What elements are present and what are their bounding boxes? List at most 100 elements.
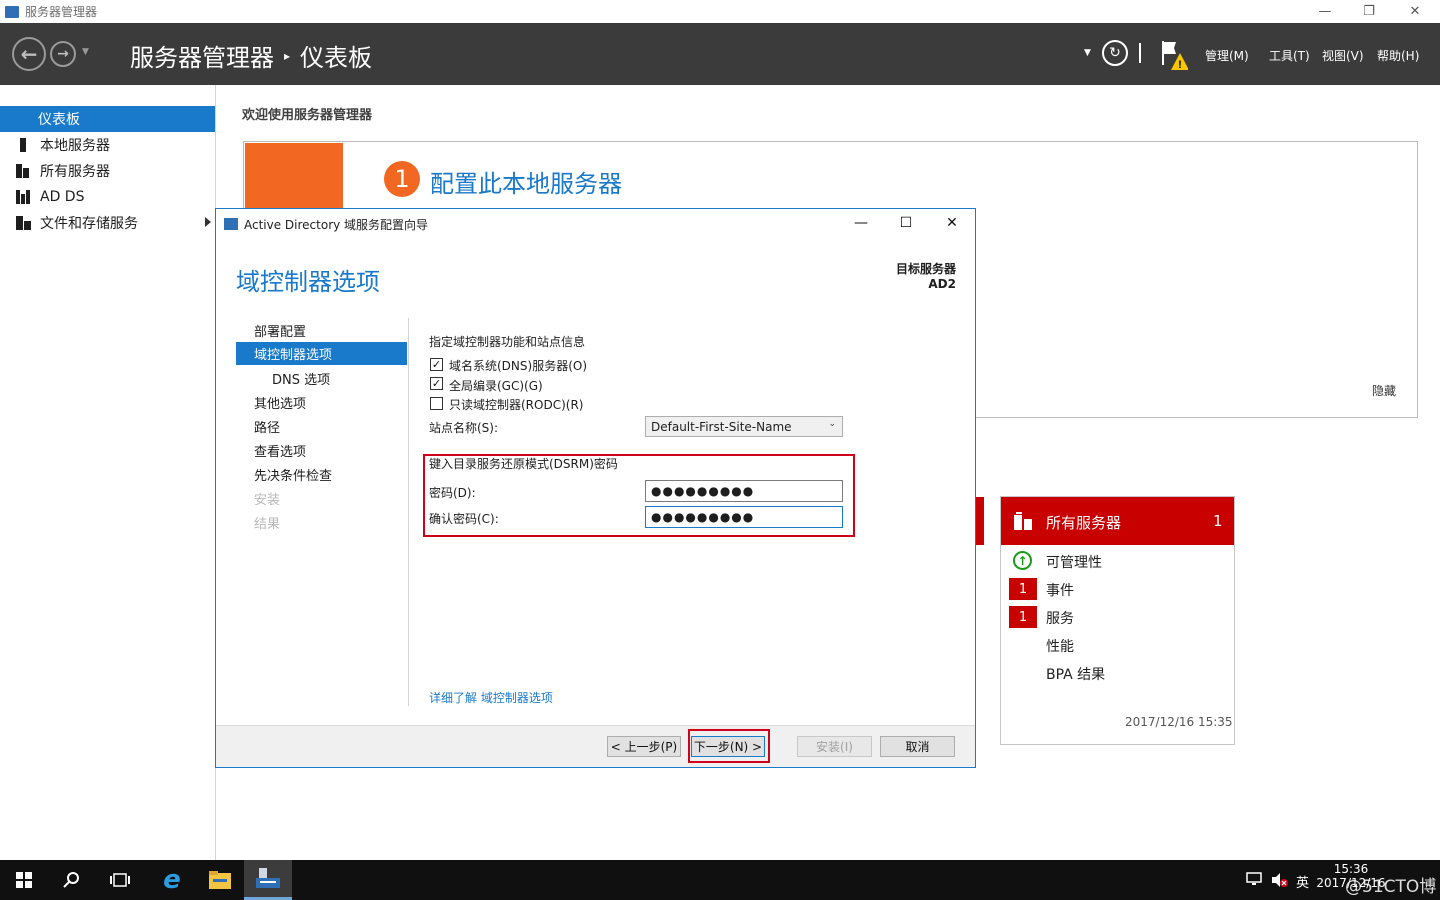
- tile-row-events[interactable]: 事件: [1046, 580, 1074, 600]
- menu-tools[interactable]: 工具(T): [1269, 47, 1310, 64]
- section-label: 指定域控制器功能和站点信息: [429, 335, 586, 349]
- server-icon: [16, 138, 32, 152]
- site-name-value: Default-First-Site-Name: [651, 419, 792, 434]
- menu-help[interactable]: 帮助(H): [1377, 47, 1419, 64]
- taskbar: e 英: [0, 860, 1440, 900]
- forward-arrow-icon[interactable]: →: [50, 41, 76, 67]
- dialog-maximize-button[interactable]: ☐: [883, 209, 929, 237]
- all-servers-tile-header[interactable]: 所有服务器 1: [1001, 497, 1234, 545]
- wizard-heading: 域控制器选项: [236, 268, 380, 296]
- back-arrow-icon[interactable]: ←: [12, 37, 46, 71]
- wizard-nav-deployment[interactable]: 部署配置: [236, 319, 407, 342]
- tile-title: 所有服务器: [1046, 514, 1122, 532]
- sidebar-item-label: 文件和存储服务: [40, 216, 138, 232]
- expand-arrow-icon[interactable]: [205, 217, 211, 227]
- confirm-password-field[interactable]: ●●●●●●●●●: [645, 506, 843, 528]
- server-manager-taskbar-icon[interactable]: [244, 860, 292, 900]
- tile-row-bpa[interactable]: BPA 结果: [1046, 664, 1105, 684]
- history-dropdown-icon[interactable]: ▼: [82, 47, 89, 57]
- window-title: 服务器管理器: [25, 5, 98, 19]
- sidebar-item-file-storage[interactable]: 文件和存储服务: [0, 210, 215, 236]
- ime-indicator[interactable]: 英: [1296, 872, 1309, 891]
- quickstart-step-number: 1: [384, 161, 420, 197]
- tile-row-services[interactable]: 服务: [1046, 608, 1074, 628]
- file-storage-icon: [16, 216, 32, 230]
- target-server-label: 目标服务器: [895, 262, 956, 276]
- nav-divider: [408, 318, 409, 706]
- tile-row-performance[interactable]: 性能: [1046, 636, 1074, 656]
- events-count-badge: 1: [1009, 578, 1037, 600]
- wizard-nav-paths[interactable]: 路径: [236, 415, 407, 438]
- svg-text:!: !: [1178, 59, 1182, 71]
- sidebar-item-label: 所有服务器: [40, 164, 110, 180]
- cancel-button[interactable]: 取消: [880, 736, 955, 757]
- sidebar-item-label: 仪表板: [38, 112, 80, 128]
- network-icon[interactable]: [1246, 872, 1264, 886]
- target-server: 目标服务器 AD2: [870, 262, 956, 292]
- learn-more-link[interactable]: 详细了解 域控制器选项: [429, 689, 553, 706]
- task-view-icon[interactable]: [96, 860, 144, 900]
- welcome-heading: 欢迎使用服务器管理器: [242, 108, 373, 123]
- dialog-minimize-button[interactable]: —: [838, 209, 884, 237]
- rodc-checkbox-label: 只读域控制器(RODC)(R): [449, 398, 584, 412]
- app-header: ← → ▼ 服务器管理器 ▸ 仪表板 ▼ ↻ ! 管理(M) 工具(T) 视图(…: [0, 23, 1440, 85]
- notification-flag-icon[interactable]: !: [1160, 39, 1189, 71]
- menu-view[interactable]: 视图(V): [1322, 47, 1364, 64]
- confirm-password-label: 确认密码(C):: [429, 512, 499, 526]
- dialog-title: Active Directory 域服务配置向导: [244, 217, 429, 232]
- minimize-button[interactable]: —: [1302, 0, 1348, 23]
- watermark-text: @51CTO博客: [1345, 877, 1437, 897]
- wizard-nav-other-options[interactable]: 其他选项: [236, 391, 407, 414]
- wizard-nav-prereq[interactable]: 先决条件检查: [236, 463, 407, 486]
- window-titlebar: 服务器管理器: [0, 0, 1440, 23]
- breadcrumb-page: 仪表板: [300, 44, 373, 72]
- gc-checkbox-label: 全局编录(GC)(G): [449, 379, 543, 393]
- breadcrumb: 服务器管理器 ▸ 仪表板: [130, 38, 372, 73]
- tile-count: 1: [1213, 512, 1223, 530]
- ad-ds-icon: [16, 190, 32, 204]
- password-label: 密码(D):: [429, 486, 476, 500]
- refresh-icon[interactable]: ↻: [1102, 40, 1128, 66]
- breadcrumb-root: 服务器管理器: [130, 44, 274, 72]
- tile-row-manageability[interactable]: 可管理性: [1046, 552, 1102, 572]
- start-windows-icon[interactable]: [0, 860, 48, 900]
- role-tile-edge: [976, 497, 984, 545]
- notifications-dropdown-icon[interactable]: ▼: [1084, 48, 1091, 58]
- target-server-name: AD2: [928, 277, 956, 291]
- sidebar-item-dashboard[interactable]: 仪表板: [0, 106, 215, 132]
- menu-manage[interactable]: 管理(M): [1205, 47, 1249, 64]
- internet-explorer-icon[interactable]: e: [148, 860, 196, 900]
- quickstart-step-link[interactable]: 配置此本地服务器: [430, 164, 622, 199]
- sidebar-item-label: 本地服务器: [40, 138, 110, 154]
- services-count-badge: 1: [1009, 606, 1037, 628]
- restore-button[interactable]: ❐: [1346, 0, 1392, 23]
- dns-checkbox[interactable]: ✓: [430, 358, 443, 371]
- hide-link[interactable]: 隐藏: [1372, 382, 1396, 399]
- header-divider: [1139, 43, 1141, 63]
- sidebar-item-all-servers[interactable]: 所有服务器: [0, 158, 215, 184]
- sidebar-item-label: AD DS: [40, 189, 85, 205]
- back-button[interactable]: < 上一步(P): [607, 736, 681, 757]
- sidebar-item-local-server[interactable]: 本地服务器: [0, 132, 215, 158]
- quickstart-tab[interactable]: [245, 143, 343, 213]
- volume-muted-icon[interactable]: [1271, 872, 1289, 888]
- wizard-app-icon: [224, 218, 238, 230]
- gc-checkbox[interactable]: ✓: [430, 377, 443, 390]
- servers-icon: [1014, 512, 1032, 530]
- site-name-label: 站点名称(S):: [429, 421, 499, 435]
- rodc-checkbox[interactable]: [430, 397, 443, 410]
- sidebar-item-ad-ds[interactable]: AD DS: [0, 184, 215, 210]
- breadcrumb-separator-icon: ▸: [284, 48, 291, 63]
- wizard-nav-dns-options[interactable]: DNS 选项: [236, 367, 407, 390]
- wizard-nav-install: 安装: [254, 493, 281, 508]
- status-ok-icon: ↑: [1013, 551, 1032, 570]
- dialog-close-button[interactable]: ✕: [929, 209, 975, 237]
- wizard-nav-dc-options[interactable]: 域控制器选项: [236, 342, 407, 365]
- close-button[interactable]: ✕: [1392, 0, 1438, 23]
- file-explorer-icon[interactable]: [196, 860, 244, 900]
- search-icon[interactable]: [48, 860, 96, 900]
- wizard-nav-review[interactable]: 查看选项: [236, 439, 407, 462]
- chevron-down-icon: ⌄: [828, 419, 836, 429]
- password-field[interactable]: ●●●●●●●●●: [645, 480, 843, 502]
- site-name-select[interactable]: Default-First-Site-Name ⌄: [645, 416, 843, 437]
